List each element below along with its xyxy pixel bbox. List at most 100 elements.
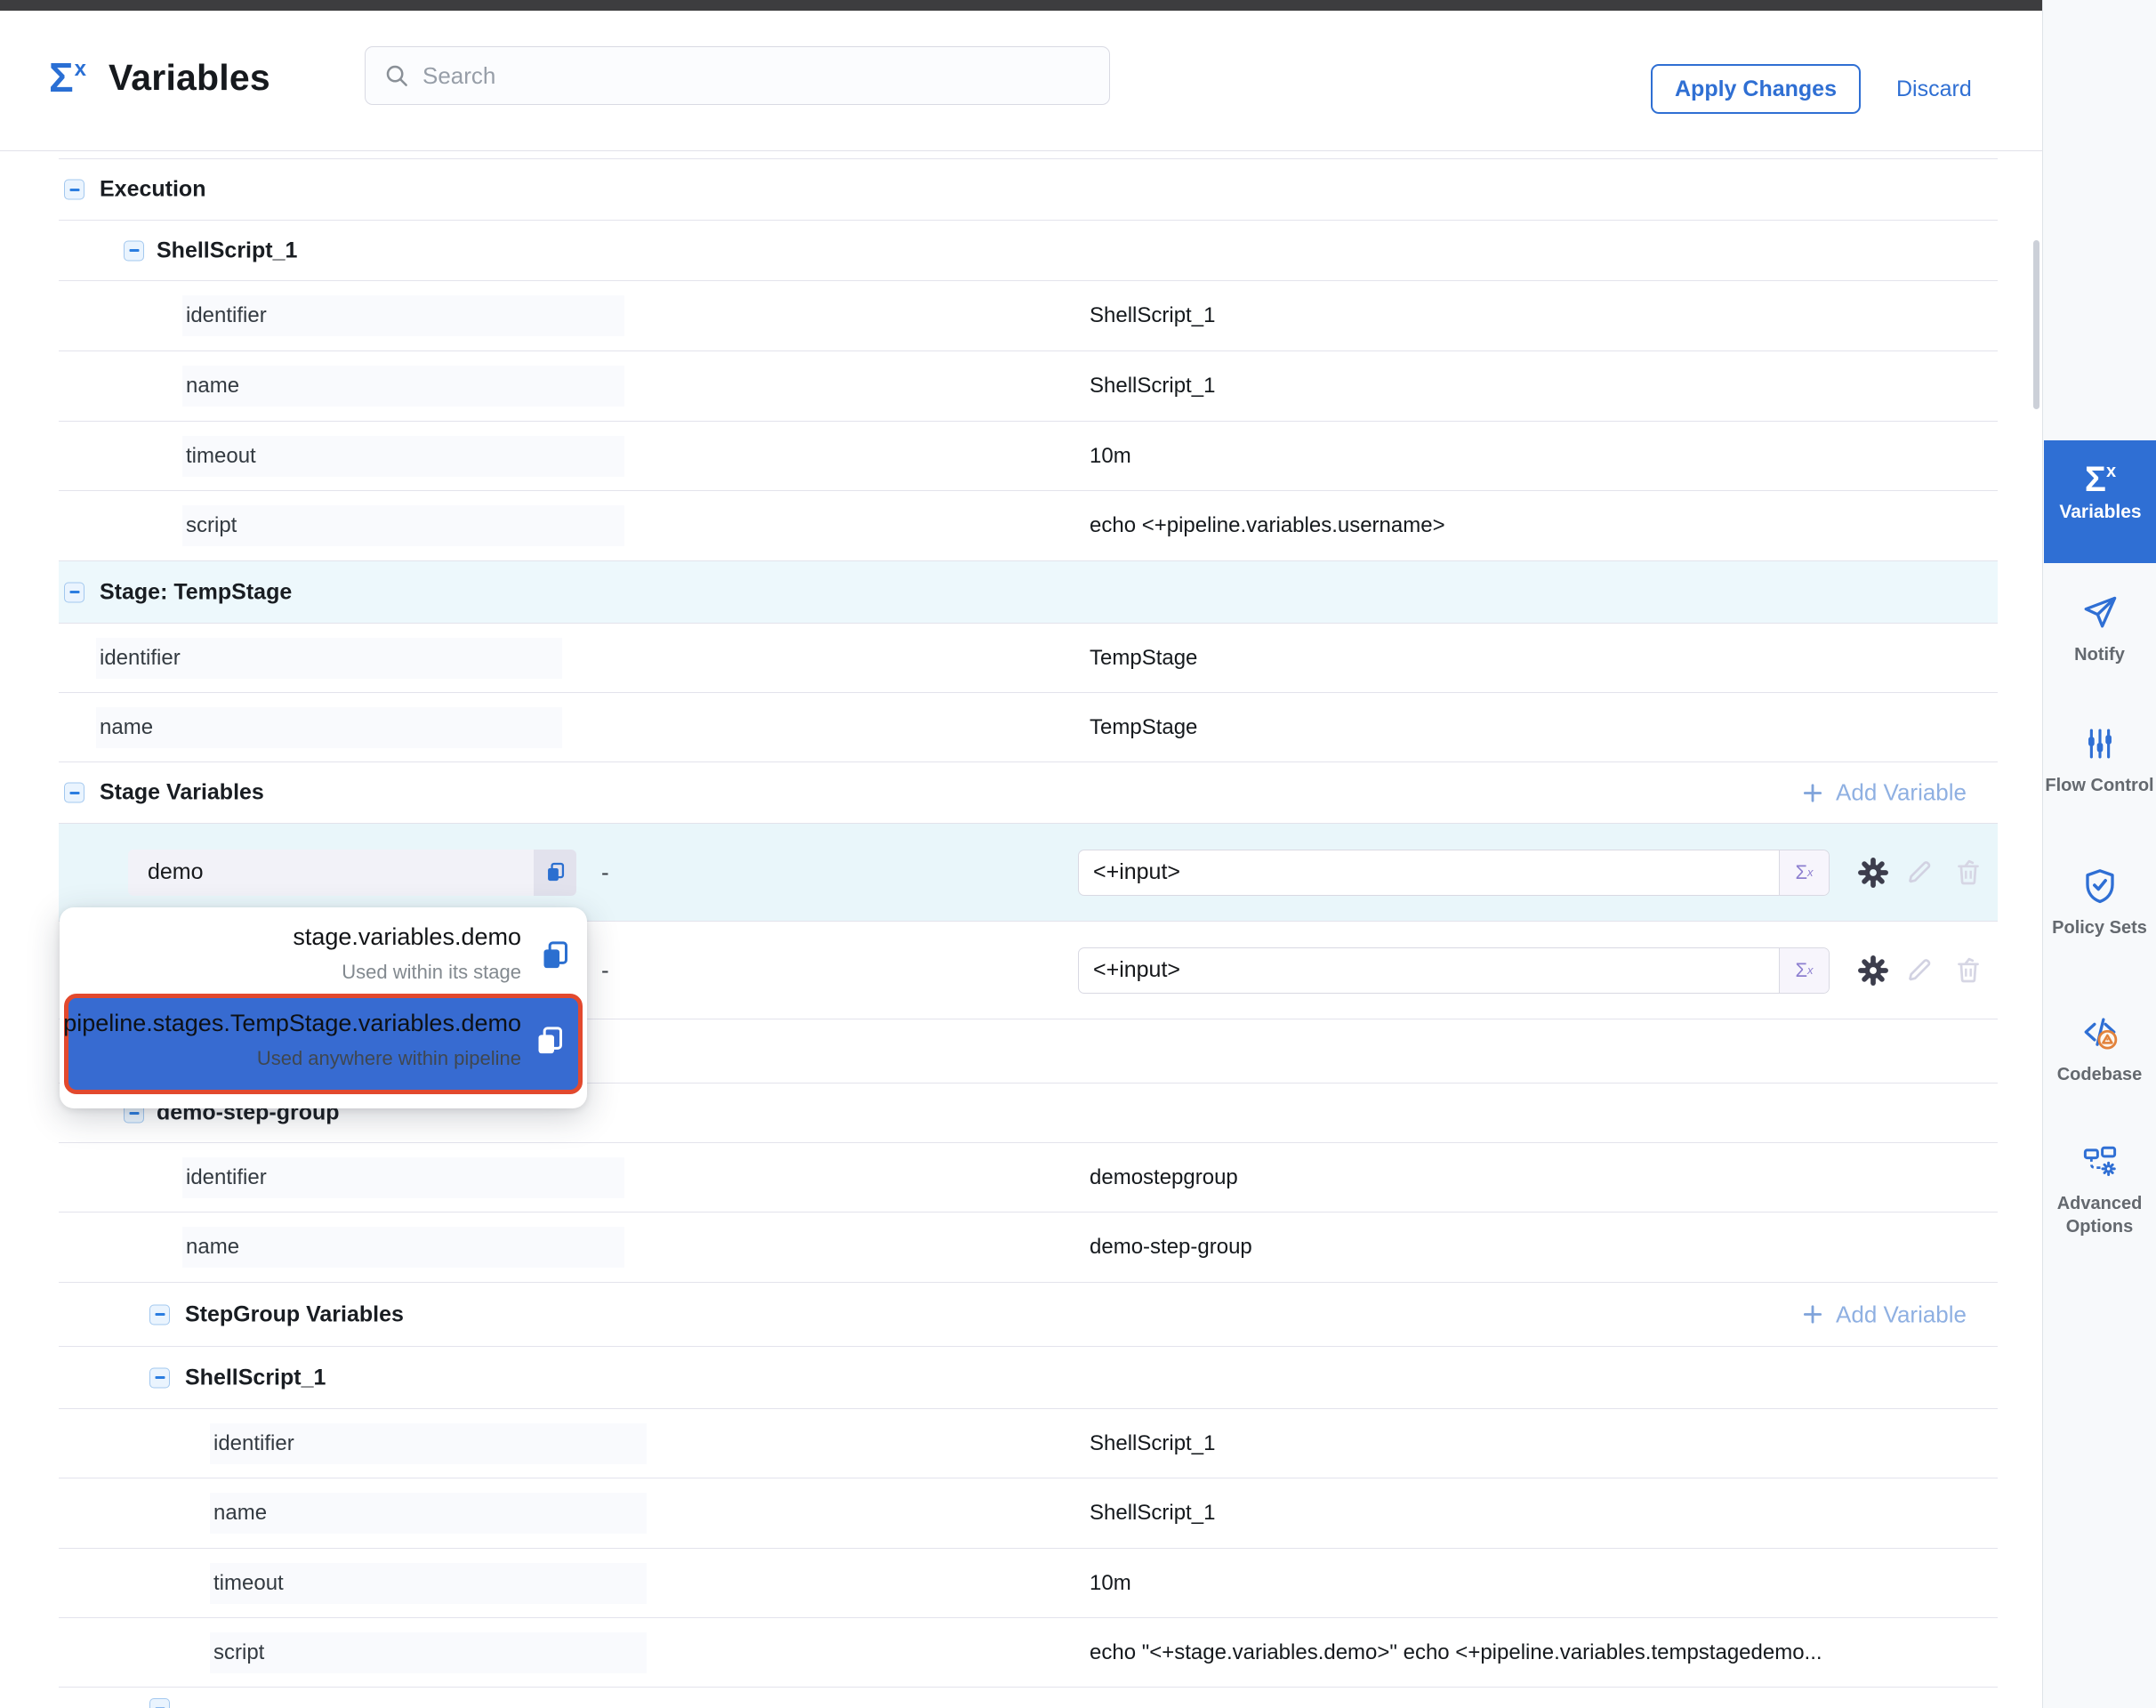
copy-icon (543, 860, 567, 884)
field-label-box: timeout (182, 436, 624, 477)
collapse-icon[interactable] (64, 783, 84, 803)
sidebar-item-variables[interactable]: Σx Variables (2044, 440, 2156, 563)
sidebar-item-codebase[interactable]: Codebase (2043, 1014, 2156, 1086)
copy-icon[interactable] (532, 1023, 567, 1059)
edit-pencil-icon[interactable] (1903, 955, 1935, 987)
field-label: timeout (186, 444, 256, 469)
variable-value-input[interactable]: <+input> Σx (1078, 850, 1830, 896)
field-value: echo <+pipeline.variables.username> (1090, 513, 1445, 538)
sidebar-item-policy-sets[interactable]: Policy Sets (2043, 867, 2156, 939)
field-value: 10m (1090, 1571, 1131, 1596)
collapse-icon[interactable] (124, 240, 144, 261)
variable-row-demo: demo - <+input> Σx (59, 823, 1998, 921)
copy-icon[interactable] (537, 938, 573, 973)
field-label-box: identifier (182, 295, 624, 336)
delete-trash-icon[interactable] (1952, 955, 1984, 987)
sliders-icon (2081, 725, 2119, 762)
settings-gear-icon[interactable] (1857, 857, 1889, 889)
section-title: Stage: TempStage (100, 579, 292, 605)
section-title: StepGroup Variables (185, 1301, 404, 1327)
kv-row-name: name ShellScript_1 (59, 350, 1998, 421)
kv-row-script: script echo "<+stage.variables.demo>" ec… (59, 1617, 1998, 1687)
field-label: script (213, 1640, 264, 1665)
sidebar-item-notify[interactable]: Notify (2043, 594, 2156, 666)
copy-variable-button[interactable] (534, 850, 576, 896)
field-label-box: identifier (210, 1423, 647, 1464)
variable-value-text: <+input> (1093, 859, 1180, 885)
search-icon (383, 62, 410, 89)
section-row-stage-tempstage[interactable]: Stage: TempStage (59, 560, 1998, 623)
plus-icon (1801, 1303, 1824, 1326)
vertical-scrollbar-thumb[interactable] (2033, 240, 2039, 409)
field-label-box: script (182, 505, 624, 546)
section-title: ShellScript_1 (157, 238, 297, 263)
section-row-shellscript[interactable]: ShellScript_1 (59, 1346, 1998, 1408)
variable-name-input[interactable]: demo (128, 850, 534, 896)
sidebar-item-advanced-options[interactable]: Advanced Options (2043, 1143, 2156, 1238)
search-box[interactable] (365, 46, 1110, 105)
expression-text: pipeline.stages.TempStage.variables.demo (63, 1010, 521, 1037)
section-row-stage-variables[interactable]: Stage Variables Add Variable (59, 761, 1998, 823)
sidebar-item-label: Notify (2043, 643, 2156, 666)
field-value: 10m (1090, 444, 1131, 469)
collapse-icon[interactable] (149, 1367, 170, 1388)
field-value: TempStage (1090, 646, 1197, 671)
apply-changes-button[interactable]: Apply Changes (1651, 64, 1861, 114)
field-label: name (186, 1235, 239, 1260)
edit-pencil-icon[interactable] (1903, 857, 1935, 889)
section-title: Execution (100, 177, 205, 203)
variable-value-input[interactable]: <+input> Σx (1078, 947, 1830, 994)
field-label-box: name (182, 1227, 624, 1268)
field-label: identifier (186, 1165, 267, 1190)
field-value: TempStage (1090, 715, 1197, 740)
required-dash: - (601, 858, 609, 886)
collapse-icon[interactable] (64, 582, 84, 602)
expression-scope-hint: Used anywhere within pipeline (257, 1047, 521, 1070)
kv-row-identifier: identifier TempStage (59, 623, 1998, 692)
sidebar-item-label: Policy Sets (2043, 916, 2156, 939)
field-value: demo-step-group (1090, 1235, 1252, 1260)
settings-gear-icon[interactable] (1857, 955, 1889, 987)
expression-scope-hint: Used within its stage (342, 961, 521, 984)
field-label: identifier (100, 646, 181, 671)
field-value: ShellScript_1 (1090, 1501, 1215, 1526)
kv-row-timeout: timeout 10m (59, 421, 1998, 490)
expression-toggle-button[interactable]: Σx (1779, 850, 1829, 895)
section-title: Stage Variables (100, 780, 264, 806)
field-value: demostepgroup (1090, 1165, 1238, 1190)
right-panel-sidebar: Σx Variables Notify Flow Control Policy … (2042, 0, 2156, 1708)
variable-expression-popup: stage.variables.demo Used within its sta… (60, 907, 587, 1108)
add-variable-label: Add Variable (1836, 1301, 1967, 1328)
sidebar-item-label: Advanced Options (2043, 1192, 2156, 1238)
variable-value-text: <+input> (1093, 957, 1180, 983)
header: Σx Variables Apply Changes Discard (0, 11, 2042, 151)
kv-row-name: name TempStage (59, 692, 1998, 761)
field-label-box: timeout (210, 1563, 647, 1604)
section-row-execution[interactable]: Execution (59, 158, 1998, 220)
section-row-stepgroup-variables[interactable]: StepGroup Variables Add Variable (59, 1282, 1998, 1346)
table-row-partial (59, 1687, 1998, 1708)
flowchart-gear-icon (2081, 1143, 2119, 1180)
section-row-shellscript[interactable]: ShellScript_1 (59, 220, 1998, 280)
discard-button[interactable]: Discard (1896, 77, 1972, 102)
expression-option-pipeline-scope-selected[interactable]: pipeline.stages.TempStage.variables.demo… (64, 994, 583, 1094)
field-value: echo "<+stage.variables.demo>" echo <+pi… (1090, 1640, 1822, 1665)
collapse-icon[interactable] (149, 1698, 170, 1708)
delete-trash-icon[interactable] (1952, 857, 1984, 889)
collapse-icon[interactable] (149, 1304, 170, 1325)
collapse-icon[interactable] (64, 180, 84, 200)
variables-sigma-icon: Σx (2085, 479, 2116, 495)
kv-row-identifier: identifier ShellScript_1 (59, 280, 1998, 350)
field-label-box: identifier (96, 638, 562, 679)
add-variable-button[interactable]: Add Variable (1801, 779, 1967, 807)
field-label: timeout (213, 1571, 284, 1596)
expression-toggle-button[interactable]: Σx (1779, 948, 1829, 993)
search-input[interactable] (422, 62, 1091, 90)
sidebar-item-flow-control[interactable]: Flow Control (2043, 725, 2156, 797)
add-variable-button[interactable]: Add Variable (1801, 1301, 1967, 1328)
expression-option-stage-scope[interactable]: stage.variables.demo Used within its sta… (60, 907, 587, 993)
plus-icon (1801, 781, 1824, 804)
page-title: Variables (109, 57, 270, 99)
field-label: identifier (213, 1431, 294, 1456)
section-title: ShellScript_1 (185, 1365, 326, 1390)
